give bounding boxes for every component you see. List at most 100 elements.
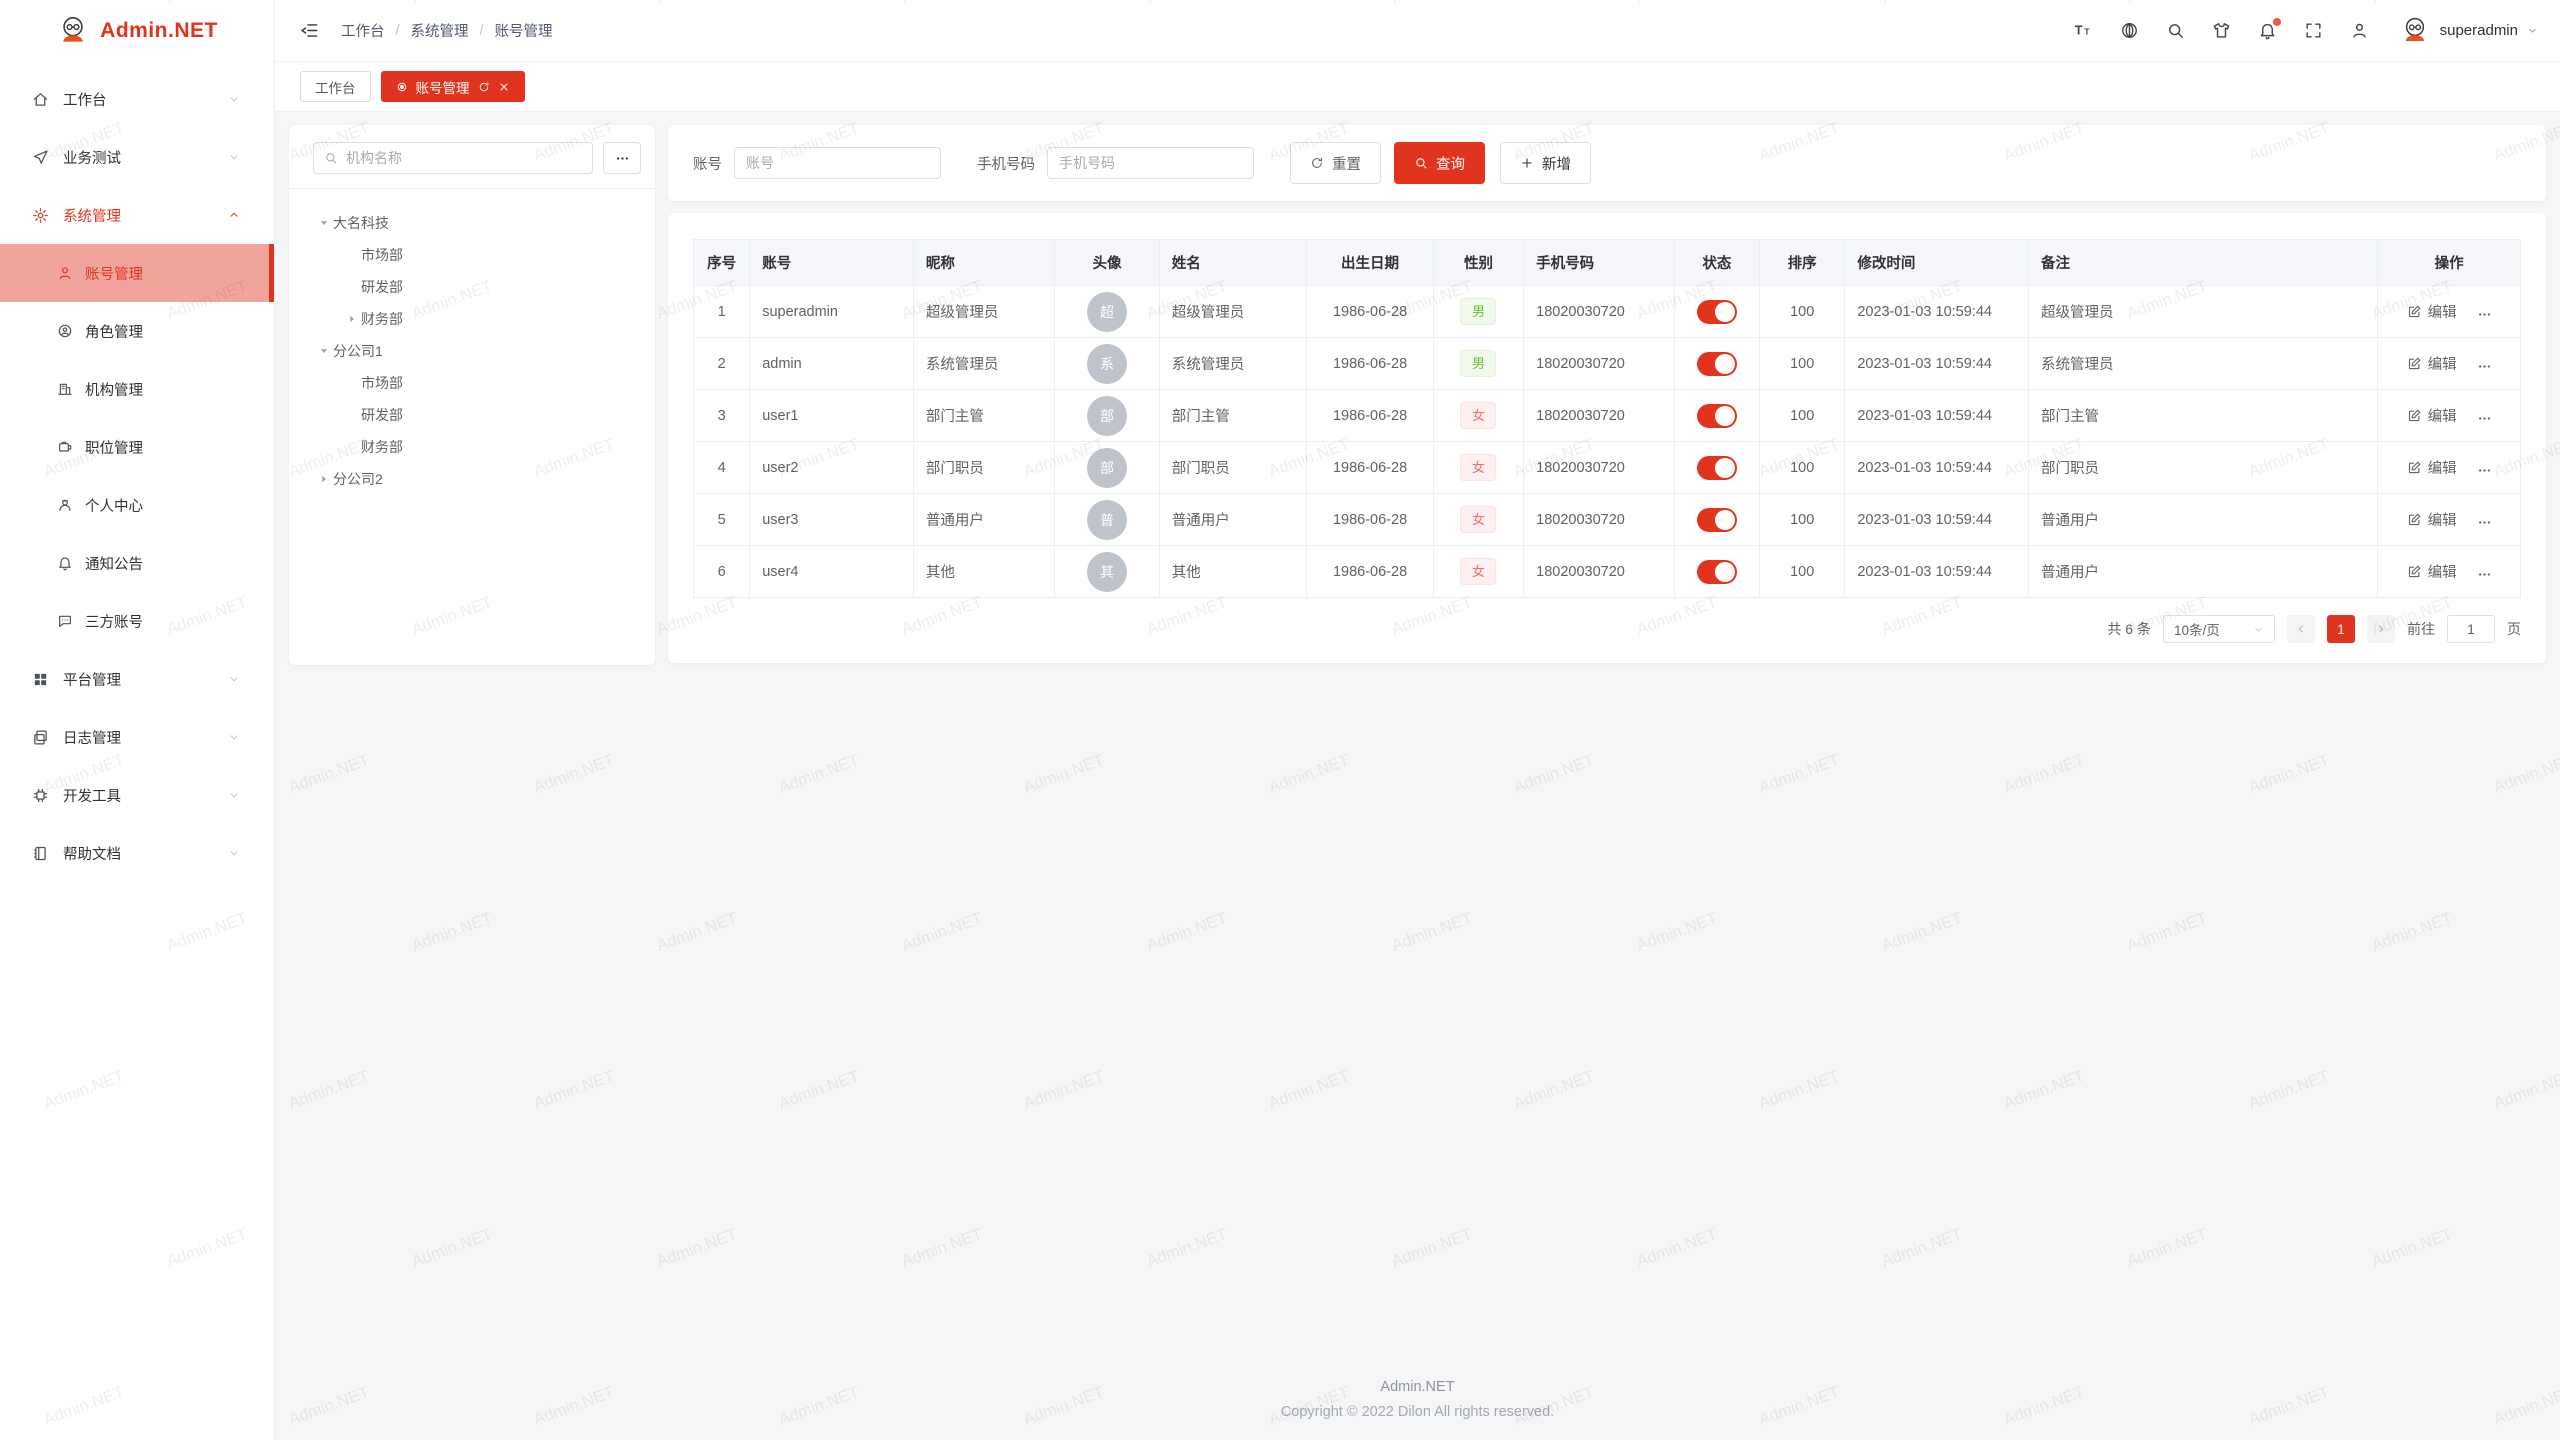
sidebar-item-third-party-account[interactable]: 三方账号 — [0, 592, 274, 650]
status-toggle[interactable] — [1697, 456, 1737, 480]
cell-order: 100 — [1760, 546, 1845, 598]
edit-button[interactable]: 编辑 — [2407, 561, 2457, 582]
tree-node[interactable]: 财务部 — [299, 303, 645, 335]
breadcrumb-item[interactable]: 账号管理 — [495, 20, 553, 41]
tree-node[interactable]: 研发部 — [299, 399, 645, 431]
tree-node[interactable]: 研发部 — [299, 271, 645, 303]
breadcrumb: 工作台/系统管理/账号管理 — [341, 20, 553, 41]
sidebar-item-help-docs[interactable]: 帮助文档 — [0, 824, 274, 882]
cpu-icon — [32, 787, 49, 804]
tree-more-button[interactable] — [603, 142, 641, 174]
row-more-button[interactable] — [2477, 411, 2492, 426]
cell-status — [1674, 442, 1759, 494]
sidebar-item-log-management[interactable]: 日志管理 — [0, 708, 274, 766]
cell-remark: 系统管理员 — [2029, 338, 2378, 390]
status-toggle[interactable] — [1697, 508, 1737, 532]
table-row: 5 user3 普通用户 普 普通用户 1986-06-28 女 1802003… — [694, 494, 2521, 546]
collapse-sidebar-icon[interactable] — [300, 21, 319, 40]
account-input[interactable] — [734, 147, 941, 179]
tree-node[interactable]: 分公司1 — [299, 335, 645, 367]
row-more-button[interactable] — [2477, 567, 2492, 582]
search-icon[interactable] — [2166, 21, 2185, 40]
gender-badge: 男 — [1460, 350, 1496, 377]
tree-node[interactable]: 财务部 — [299, 431, 645, 463]
sidebar-item-account-management[interactable]: 账号管理 — [0, 244, 274, 302]
row-more-button[interactable] — [2477, 463, 2492, 478]
row-more-button[interactable] — [2477, 359, 2492, 374]
sidebar-item-platform-management[interactable]: 平台管理 — [0, 650, 274, 708]
sidebar-item-role-management[interactable]: 角色管理 — [0, 302, 274, 360]
tree-node[interactable]: 大名科技 — [299, 207, 645, 239]
caret-down-icon[interactable] — [315, 217, 333, 229]
sidebar-item-business-test[interactable]: 业务测试 — [0, 128, 274, 186]
close-icon[interactable] — [498, 81, 510, 93]
pagination-total: 共 6 条 — [2107, 619, 2151, 639]
gender-badge: 男 — [1460, 298, 1496, 325]
sidebar-item-dev-tools[interactable]: 开发工具 — [0, 766, 274, 824]
cell-avatar: 系 — [1055, 338, 1159, 390]
user-menu[interactable]: superadmin — [2399, 15, 2538, 47]
sidebar-item-system-management[interactable]: 系统管理 — [0, 186, 274, 244]
next-page-button[interactable] — [2367, 615, 2395, 643]
caret-right-icon[interactable] — [343, 313, 361, 325]
status-toggle[interactable] — [1697, 404, 1737, 428]
column-header: 账号 — [750, 240, 914, 286]
tab-account-management[interactable]: 账号管理 — [381, 71, 525, 102]
logo[interactable]: Admin.NET — [0, 0, 274, 62]
status-toggle[interactable] — [1697, 560, 1737, 584]
fullscreen-icon[interactable] — [2304, 21, 2323, 40]
user-name: superadmin — [2440, 22, 2518, 39]
sidebar-item-org-management[interactable]: 机构管理 — [0, 360, 274, 418]
edit-button[interactable]: 编辑 — [2407, 405, 2457, 426]
goto-page-input[interactable] — [2447, 615, 2495, 643]
cell-no: 2 — [694, 338, 750, 390]
theme-icon[interactable] — [2212, 21, 2231, 40]
notification-bell-icon[interactable] — [2258, 21, 2277, 40]
org-tree-panel: 大名科技 市场部 研发部 财务部 分公司1 市场部 研发部 财务部 分公司2 — [289, 125, 655, 665]
sidebar-item-workbench[interactable]: 工作台 — [0, 70, 274, 128]
chevron-up-icon — [228, 209, 240, 221]
edit-button[interactable]: 编辑 — [2407, 353, 2457, 374]
tab-workbench[interactable]: 工作台 — [300, 71, 371, 102]
refresh-icon[interactable] — [478, 81, 490, 93]
book-icon — [32, 845, 49, 862]
add-button[interactable]: 新增 — [1500, 142, 1591, 184]
caret-right-icon[interactable] — [315, 473, 333, 485]
cell-gender: 女 — [1433, 442, 1523, 494]
tree-node[interactable]: 分公司2 — [299, 463, 645, 495]
prev-page-button[interactable] — [2287, 615, 2315, 643]
status-toggle[interactable] — [1697, 300, 1737, 324]
font-size-icon[interactable]: TT — [2074, 21, 2093, 40]
org-search-field[interactable] — [313, 142, 593, 174]
row-more-button[interactable] — [2477, 307, 2492, 322]
search-button[interactable]: 查询 — [1394, 142, 1485, 184]
cell-actions: 编辑 — [2378, 494, 2521, 546]
edit-button[interactable]: 编辑 — [2407, 301, 2457, 322]
tree-node[interactable]: 市场部 — [299, 367, 645, 399]
tree-node[interactable]: 市场部 — [299, 239, 645, 271]
breadcrumb-item[interactable]: 工作台 — [341, 20, 385, 41]
table-row: 2 admin 系统管理员 系 系统管理员 1986-06-28 男 18020… — [694, 338, 2521, 390]
cell-account: superadmin — [750, 286, 914, 338]
phone-input[interactable] — [1047, 147, 1254, 179]
sidebar-item-notice-announcement[interactable]: 通知公告 — [0, 534, 274, 592]
edit-icon — [2407, 460, 2422, 475]
row-more-button[interactable] — [2477, 515, 2492, 530]
breadcrumb-item[interactable]: 系统管理 — [411, 20, 469, 41]
reset-button[interactable]: 重置 — [1290, 142, 1381, 184]
sidebar-item-position-management[interactable]: 职位管理 — [0, 418, 274, 476]
current-page[interactable]: 1 — [2327, 615, 2355, 643]
cell-status — [1674, 286, 1759, 338]
edit-button[interactable]: 编辑 — [2407, 509, 2457, 530]
org-search-input[interactable] — [346, 150, 582, 166]
profile-icon[interactable] — [2350, 21, 2369, 40]
sidebar-item-personal-center[interactable]: 个人中心 — [0, 476, 274, 534]
language-icon[interactable] — [2120, 21, 2139, 40]
edit-button[interactable]: 编辑 — [2407, 457, 2457, 478]
table-row: 1 superadmin 超级管理员 超 超级管理员 1986-06-28 男 … — [694, 286, 2521, 338]
person-center-icon — [57, 497, 73, 513]
column-header: 昵称 — [913, 240, 1055, 286]
caret-down-icon[interactable] — [315, 345, 333, 357]
page-size-select[interactable]: 10条/页 — [2163, 615, 2275, 643]
status-toggle[interactable] — [1697, 352, 1737, 376]
